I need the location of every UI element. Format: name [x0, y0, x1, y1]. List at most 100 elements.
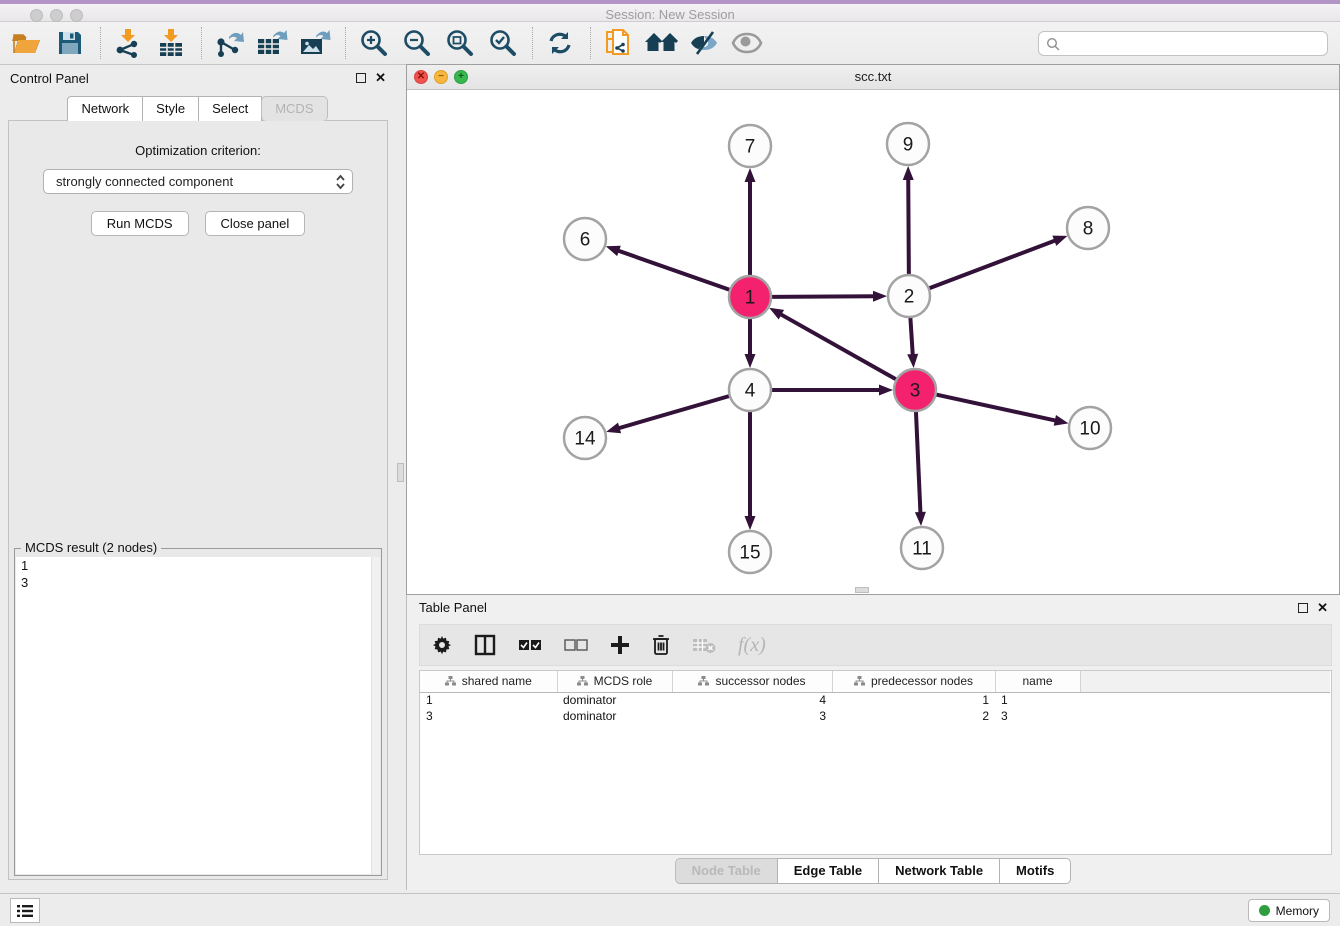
close-panel-button[interactable]: Close panel: [205, 211, 306, 236]
search-input[interactable]: [1065, 36, 1327, 51]
tab-mcds[interactable]: MCDS: [261, 96, 327, 121]
tab-style[interactable]: Style: [142, 96, 199, 121]
column-header-successor-nodes[interactable]: successor nodes: [672, 671, 832, 692]
arrowhead: [769, 308, 784, 320]
network-canvas[interactable]: 7 9 6 8 1 2 4 3 14 10 15 11: [407, 90, 1339, 594]
graph-node-1[interactable]: 1: [729, 276, 771, 318]
tab-motifs[interactable]: Motifs: [999, 858, 1071, 884]
function-builder-button[interactable]: f(x): [738, 634, 766, 657]
cell-name[interactable]: 1: [995, 692, 1080, 708]
cell-MCDS-role[interactable]: dominator: [557, 708, 672, 724]
graph-node-3[interactable]: 3: [894, 369, 936, 411]
table-settings-button[interactable]: [432, 635, 452, 655]
delete-column-button[interactable]: [652, 634, 670, 656]
edge-3-1[interactable]: [780, 314, 897, 380]
graph-node-9[interactable]: 9: [887, 123, 929, 165]
table-row[interactable]: 1dominator411: [420, 692, 1330, 708]
select-stepper-icon: [335, 174, 346, 190]
result-scrollbar[interactable]: [371, 557, 380, 874]
node-label: 4: [745, 381, 756, 402]
graph-node-6[interactable]: 6: [564, 218, 606, 260]
import-table-button[interactable]: [154, 26, 188, 60]
table-row[interactable]: 3dominator323: [420, 708, 1330, 724]
cell-name[interactable]: 3: [995, 708, 1080, 724]
edge-3-11[interactable]: [916, 411, 921, 514]
open-session-button[interactable]: [10, 26, 44, 60]
edge-2-9[interactable]: [908, 178, 909, 275]
plus-icon: [610, 635, 630, 655]
export-image-button[interactable]: [298, 26, 332, 60]
arrowhead: [1052, 236, 1067, 246]
zoom-out-button[interactable]: [399, 26, 433, 60]
cell-shared-name[interactable]: 3: [420, 708, 557, 724]
graph-node-14[interactable]: 14: [564, 417, 606, 459]
import-network-button[interactable]: [111, 26, 145, 60]
app-title: Session: New Session: [0, 7, 1340, 22]
zoom-selected-button[interactable]: [485, 26, 519, 60]
memory-button[interactable]: Memory: [1248, 899, 1330, 922]
edge-4-14[interactable]: [618, 396, 730, 429]
graph-node-15[interactable]: 15: [729, 531, 771, 573]
float-table-panel-icon[interactable]: [1298, 603, 1308, 613]
vertical-splitter-grip[interactable]: [397, 463, 404, 482]
add-column-button[interactable]: [610, 635, 630, 655]
network-graph[interactable]: 7 9 6 8 1 2 4 3 14 10 15 11: [407, 90, 1339, 594]
arrowhead: [879, 385, 893, 396]
run-mcds-button[interactable]: Run MCDS: [91, 211, 189, 236]
export-table-button[interactable]: [255, 26, 289, 60]
export-network-button[interactable]: [212, 26, 246, 60]
close-table-panel-icon[interactable]: ✕: [1317, 603, 1328, 613]
cell-successor-nodes[interactable]: 4: [672, 692, 832, 708]
graph-node-10[interactable]: 10: [1069, 407, 1111, 449]
edge-1-6[interactable]: [617, 250, 730, 290]
unselect-all-columns-button[interactable]: [564, 639, 588, 651]
zoom-in-button[interactable]: [356, 26, 390, 60]
optimization-criterion-select[interactable]: strongly connected component: [43, 169, 353, 194]
cell-successor-nodes[interactable]: 3: [672, 708, 832, 724]
graph-node-2[interactable]: 2: [888, 275, 930, 317]
node-label: 9: [903, 135, 914, 156]
graph-node-7[interactable]: 7: [729, 125, 771, 167]
cell-predecessor-nodes[interactable]: 1: [832, 692, 995, 708]
column-header-predecessor-nodes[interactable]: predecessor nodes: [832, 671, 995, 692]
edge-2-8[interactable]: [929, 240, 1057, 288]
close-panel-icon[interactable]: ✕: [375, 73, 386, 83]
float-panel-icon[interactable]: [356, 73, 366, 83]
column-layout-button[interactable]: [474, 634, 496, 656]
graph-node-8[interactable]: 8: [1067, 207, 1109, 249]
mcds-result-title: MCDS result (2 nodes): [21, 540, 161, 555]
mcds-result-list[interactable]: 13: [16, 557, 380, 874]
refresh-button[interactable]: [543, 26, 577, 60]
tab-network-table[interactable]: Network Table: [878, 858, 1000, 884]
edge-3-10[interactable]: [936, 394, 1057, 420]
edge-2-3[interactable]: [910, 317, 912, 356]
tab-edge-table[interactable]: Edge Table: [777, 858, 879, 884]
column-header-MCDS-role[interactable]: MCDS role: [557, 671, 672, 692]
tab-select[interactable]: Select: [198, 96, 262, 121]
graph-node-11[interactable]: 11: [901, 527, 943, 569]
copy-network-button[interactable]: [601, 26, 635, 60]
graph-node-4[interactable]: 4: [729, 369, 771, 411]
search-field[interactable]: [1038, 31, 1328, 56]
cell-shared-name[interactable]: 1: [420, 692, 557, 708]
zoom-fit-button[interactable]: [442, 26, 476, 60]
eye-slash-icon: [688, 30, 720, 56]
show-all-button[interactable]: [730, 26, 764, 60]
cell-MCDS-role[interactable]: dominator: [557, 692, 672, 708]
select-all-columns-button[interactable]: [518, 639, 542, 651]
table-panel-title: Table Panel: [419, 600, 1298, 615]
horizontal-splitter-grip[interactable]: [855, 587, 869, 593]
edge-1-2[interactable]: [771, 296, 875, 297]
column-header-name[interactable]: name: [995, 671, 1080, 692]
column-header-shared-name[interactable]: shared name: [420, 671, 557, 692]
save-session-button[interactable]: [53, 26, 87, 60]
cell-predecessor-nodes[interactable]: 2: [832, 708, 995, 724]
network-window-titlebar[interactable]: ✕ − + scc.txt: [407, 65, 1339, 90]
tab-network[interactable]: Network: [67, 96, 143, 121]
toolbar-separator: [345, 27, 346, 59]
delete-table-button[interactable]: [692, 636, 716, 654]
tab-node-table[interactable]: Node Table: [675, 858, 778, 884]
home-button[interactable]: [644, 26, 678, 60]
task-history-button[interactable]: [10, 898, 40, 923]
hide-selected-button[interactable]: [687, 26, 721, 60]
